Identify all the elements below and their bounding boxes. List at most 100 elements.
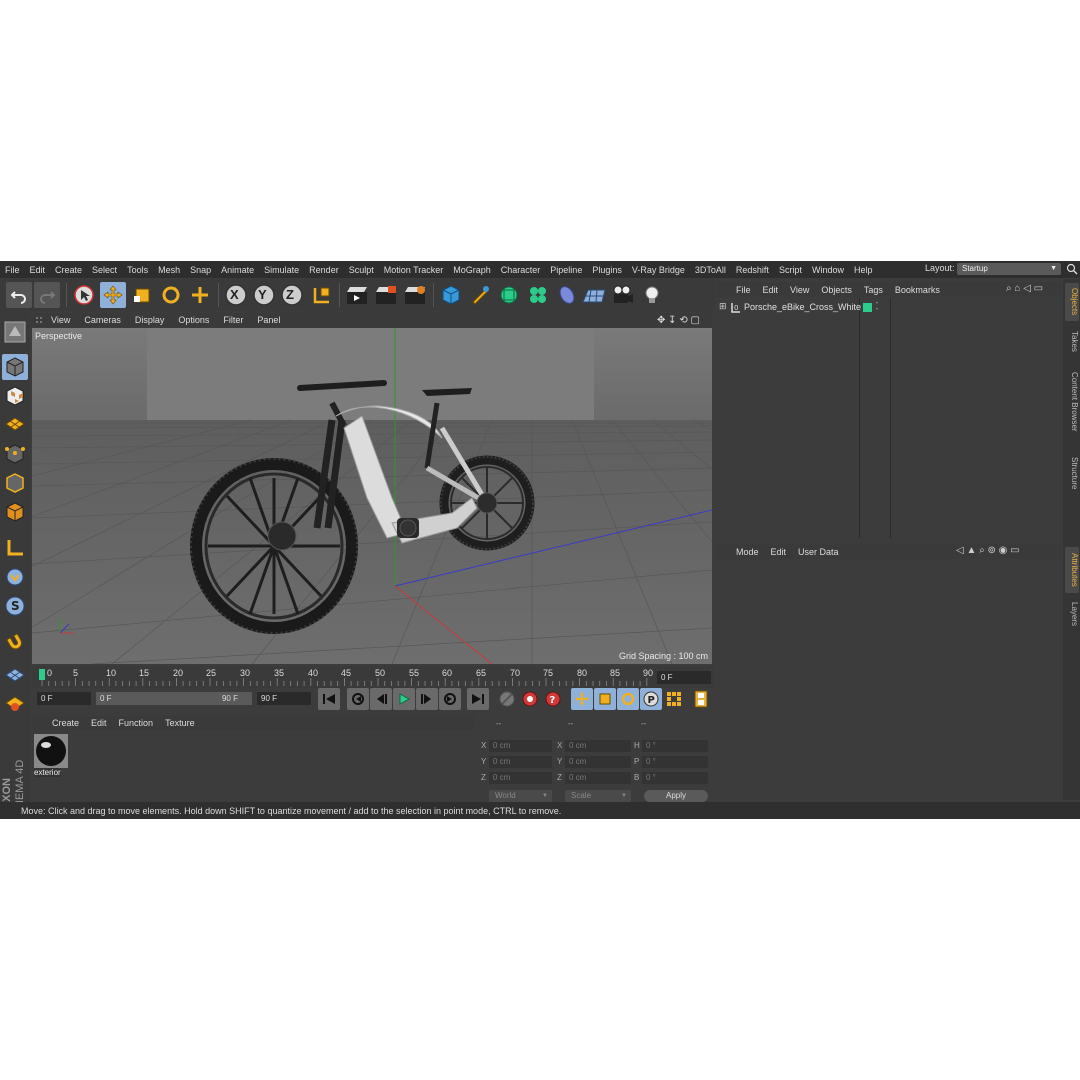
next-frame-button[interactable]: [416, 688, 438, 710]
menu-snap[interactable]: Snap: [185, 265, 216, 275]
menu-pipeline[interactable]: Pipeline: [545, 265, 587, 275]
cloner-icon[interactable]: [525, 282, 551, 308]
render-view-icon[interactable]: [344, 282, 370, 308]
viewport-menu-view[interactable]: View: [45, 315, 78, 325]
menu-simulate[interactable]: Simulate: [259, 265, 304, 275]
undo-icon[interactable]: [6, 282, 32, 308]
object-manager-nav-icons[interactable]: ⌕ ⌂ ◁ ▭: [1006, 283, 1043, 294]
perspective-viewport[interactable]: Perspective Grid Spacing : 100 cm: [32, 328, 712, 664]
rotate-icon[interactable]: [158, 282, 184, 308]
tab-content-browser[interactable]: Content Browser: [1065, 361, 1079, 443]
size-y-field[interactable]: 0 cm: [565, 756, 631, 768]
magnet-icon[interactable]: [2, 629, 28, 655]
subdivision-icon[interactable]: [496, 282, 522, 308]
end-frame-field[interactable]: 90 F: [257, 692, 311, 705]
tab-takes[interactable]: Takes: [1065, 327, 1079, 355]
model-mode-icon[interactable]: [2, 354, 28, 380]
texture-mode-icon[interactable]: [2, 383, 28, 409]
menu-render[interactable]: Render: [304, 265, 344, 275]
rotation-h-field[interactable]: 0 °: [642, 740, 708, 752]
timeline-window-button[interactable]: [690, 688, 712, 710]
keyframe-selection-button[interactable]: ?: [542, 688, 564, 710]
objects-menu-edit[interactable]: Edit: [757, 285, 785, 295]
x-axis-icon[interactable]: X: [223, 282, 249, 308]
position-x-field[interactable]: 0 cm: [489, 740, 552, 752]
tab-layers[interactable]: Layers: [1065, 599, 1079, 629]
key-parameter-button[interactable]: P: [640, 688, 662, 710]
material-menu-edit[interactable]: Edit: [85, 718, 113, 728]
start-frame-field[interactable]: 0 F: [37, 692, 91, 705]
size-mode-dropdown[interactable]: Scale ▼: [565, 790, 631, 802]
viewport-menu-filter[interactable]: Filter: [217, 315, 251, 325]
y-axis-icon[interactable]: Y: [251, 282, 277, 308]
deformer-icon[interactable]: [554, 282, 580, 308]
menu-script[interactable]: Script: [774, 265, 807, 275]
menu-edit[interactable]: Edit: [25, 265, 51, 275]
apply-button[interactable]: Apply: [644, 790, 708, 802]
key-scale-button[interactable]: [594, 688, 616, 710]
attributes-menu-mode[interactable]: Mode: [730, 547, 765, 557]
visibility-dots-icon[interactable]: • •: [876, 301, 878, 313]
menu-character[interactable]: Character: [496, 265, 546, 275]
layout-dropdown[interactable]: Startup ▼: [957, 263, 1061, 275]
axis-mode-icon[interactable]: [2, 535, 28, 561]
menu-motion-tracker[interactable]: Motion Tracker: [379, 265, 449, 275]
rotation-p-field[interactable]: 0 °: [642, 756, 708, 768]
objects-menu-objects[interactable]: Objects: [815, 285, 858, 295]
render-settings-icon[interactable]: [402, 282, 428, 308]
rotation-b-field[interactable]: 0 °: [642, 772, 708, 784]
menu-select[interactable]: Select: [87, 265, 122, 275]
search-icon[interactable]: [1066, 263, 1078, 275]
record-disabled-button[interactable]: [496, 688, 518, 710]
position-z-field[interactable]: 0 cm: [489, 772, 552, 784]
tweak-mode-icon[interactable]: [2, 564, 28, 590]
previous-frame-button[interactable]: [370, 688, 392, 710]
menu-vray-bridge[interactable]: V-Ray Bridge: [627, 265, 690, 275]
menu-mograph[interactable]: MoGraph: [448, 265, 496, 275]
material-menu-function[interactable]: Function: [113, 718, 160, 728]
attributes-menu-user-data[interactable]: User Data: [792, 547, 845, 557]
viewport-menu-options[interactable]: Options: [172, 315, 217, 325]
redo-icon[interactable]: [34, 282, 60, 308]
menu-animate[interactable]: Animate: [216, 265, 259, 275]
transform-icon[interactable]: [187, 282, 213, 308]
menu-create[interactable]: Create: [50, 265, 87, 275]
pen-icon[interactable]: [467, 282, 493, 308]
objects-menu-bookmarks[interactable]: Bookmarks: [889, 285, 946, 295]
current-frame-field[interactable]: 0 F: [657, 671, 711, 684]
select-cursor-icon[interactable]: [71, 282, 97, 308]
go-to-end-button[interactable]: [467, 688, 489, 710]
planar-workplane-icon[interactable]: [2, 691, 28, 717]
coordinate-system-icon[interactable]: [309, 282, 335, 308]
next-key-button[interactable]: [439, 688, 461, 710]
camera-icon[interactable]: [610, 282, 636, 308]
z-axis-icon[interactable]: Z: [279, 282, 305, 308]
menu-file[interactable]: File: [0, 265, 25, 275]
objects-menu-file[interactable]: File: [730, 285, 757, 295]
expand-icon[interactable]: ⊞: [719, 301, 727, 312]
tab-objects[interactable]: Objects: [1065, 283, 1079, 321]
objects-menu-tags[interactable]: Tags: [858, 285, 889, 295]
menu-window[interactable]: Window: [807, 265, 849, 275]
go-to-start-button[interactable]: [318, 688, 340, 710]
size-x-field[interactable]: 0 cm: [565, 740, 631, 752]
menu-help[interactable]: Help: [849, 265, 878, 275]
size-z-field[interactable]: 0 cm: [565, 772, 631, 784]
object-row[interactable]: ⊞ 0 Porsche_eBike_Cross_White • •: [716, 301, 1062, 315]
position-y-field[interactable]: 0 cm: [489, 756, 552, 768]
tab-attributes[interactable]: Attributes: [1065, 547, 1079, 593]
cube-icon[interactable]: [438, 282, 464, 308]
render-picture-viewer-icon[interactable]: [373, 282, 399, 308]
key-position-button[interactable]: [571, 688, 593, 710]
attributes-menu-edit[interactable]: Edit: [765, 547, 793, 557]
play-button[interactable]: [393, 688, 415, 710]
viewport-menu-panel[interactable]: Panel: [251, 315, 288, 325]
key-rotation-button[interactable]: [617, 688, 639, 710]
floor-icon[interactable]: [581, 282, 607, 308]
menu-sculpt[interactable]: Sculpt: [344, 265, 379, 275]
frame-range-slider[interactable]: 0 F 90 F: [96, 692, 252, 705]
menu-mesh[interactable]: Mesh: [153, 265, 185, 275]
scale-icon[interactable]: [129, 282, 155, 308]
viewport-menu-cameras[interactable]: Cameras: [78, 315, 129, 325]
layer-color-tag[interactable]: [863, 303, 872, 312]
